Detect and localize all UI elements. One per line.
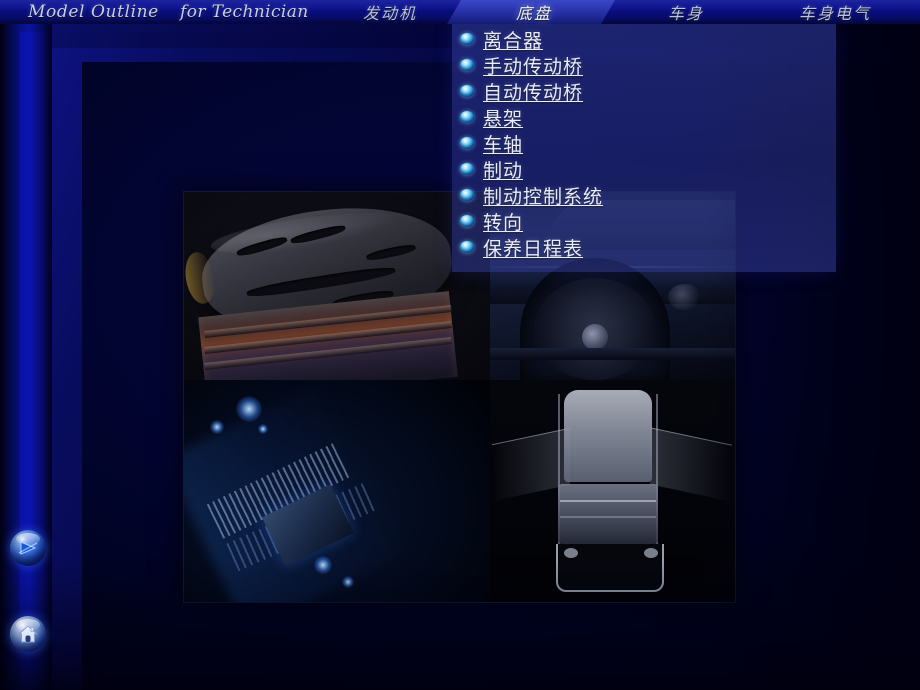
car-frame-hood [558,484,658,544]
sphere-bullet-icon [460,33,474,45]
menu-item[interactable]: 制动控制系统 [452,182,836,208]
menu-item-label: 手动传动桥 [483,55,584,78]
sphere-bullet-icon [460,215,474,227]
home-button[interactable] [10,616,46,652]
menu-item[interactable]: 悬架 [452,104,836,130]
board-glow-dot [342,576,354,588]
sphere-bullet-icon [460,163,474,175]
wheel-hub [582,324,608,350]
menu-item-label: 悬架 [483,107,524,130]
car-frame-photo [490,380,735,602]
chassis-menu-list: 离合器手动传动桥自动传动桥悬架车轴制动制动控制系统 转向保养日程表 [452,24,836,274]
menu-item[interactable]: 离合器 [452,26,836,52]
board-glow-dot [314,556,332,574]
car-frame-hood-line [560,500,656,502]
menu-item[interactable]: 自动传动桥 [452,78,836,104]
tab-body[interactable]: 车身 [630,0,742,24]
menu-item-label: 保养日程表 [483,237,584,260]
page-title: Model Outline [28,2,159,22]
piston-photo [184,192,490,380]
menu-item-label: 自动传动桥 [483,81,584,104]
menu-item-label: 转向 [483,211,524,234]
menu-item[interactable]: 手动传动桥 [452,52,836,78]
board-glow-dot [210,420,224,434]
sphere-bullet-icon [460,241,474,253]
menu-item-label: 制动 [483,159,524,182]
next-arrow-icon [18,541,38,555]
slide-stage: 离合器手动传动桥自动传动桥悬架车轴制动制动控制系统 转向保养日程表 Model O… [0,0,920,690]
next-button[interactable] [10,530,46,566]
menu-item-label: 车轴 [483,133,524,156]
menu-item[interactable]: 制动 [452,156,836,182]
menu-item-label: 制动控制系统 [483,185,604,208]
car-frame-wireframe [492,388,732,594]
car-frame-lamp [644,548,658,558]
tab-body-electrical[interactable]: 车身电气 [760,0,910,24]
left-edge-glow-inner [20,32,50,690]
car-frame-wing-right [650,427,732,502]
car-frame-roof [564,390,652,482]
sphere-bullet-icon [460,189,474,201]
page-subtitle: for Technician [180,2,309,22]
car-frame-hood-line [560,516,656,518]
circuit-board-photo [184,380,490,602]
sphere-bullet-icon [460,59,474,71]
sphere-bullet-icon [460,85,474,97]
tab-engine[interactable]: 发动机 [330,0,450,24]
sphere-bullet-icon [460,137,474,149]
board-glow-dot [236,396,262,422]
tab-chassis[interactable]: 底盘 [460,0,608,24]
menu-item[interactable]: 转向 [452,208,836,234]
car-sill [490,348,735,360]
car-badge [668,284,702,310]
car-frame-lamp [564,548,578,558]
board-glow-dot [258,424,268,434]
menu-item[interactable]: 保养日程表 [452,234,836,260]
left-edge-glow [0,18,52,690]
home-icon [17,625,39,643]
menu-item-label: 离合器 [483,29,544,52]
menu-item[interactable]: 车轴 [452,130,836,156]
sphere-bullet-icon [460,111,474,123]
